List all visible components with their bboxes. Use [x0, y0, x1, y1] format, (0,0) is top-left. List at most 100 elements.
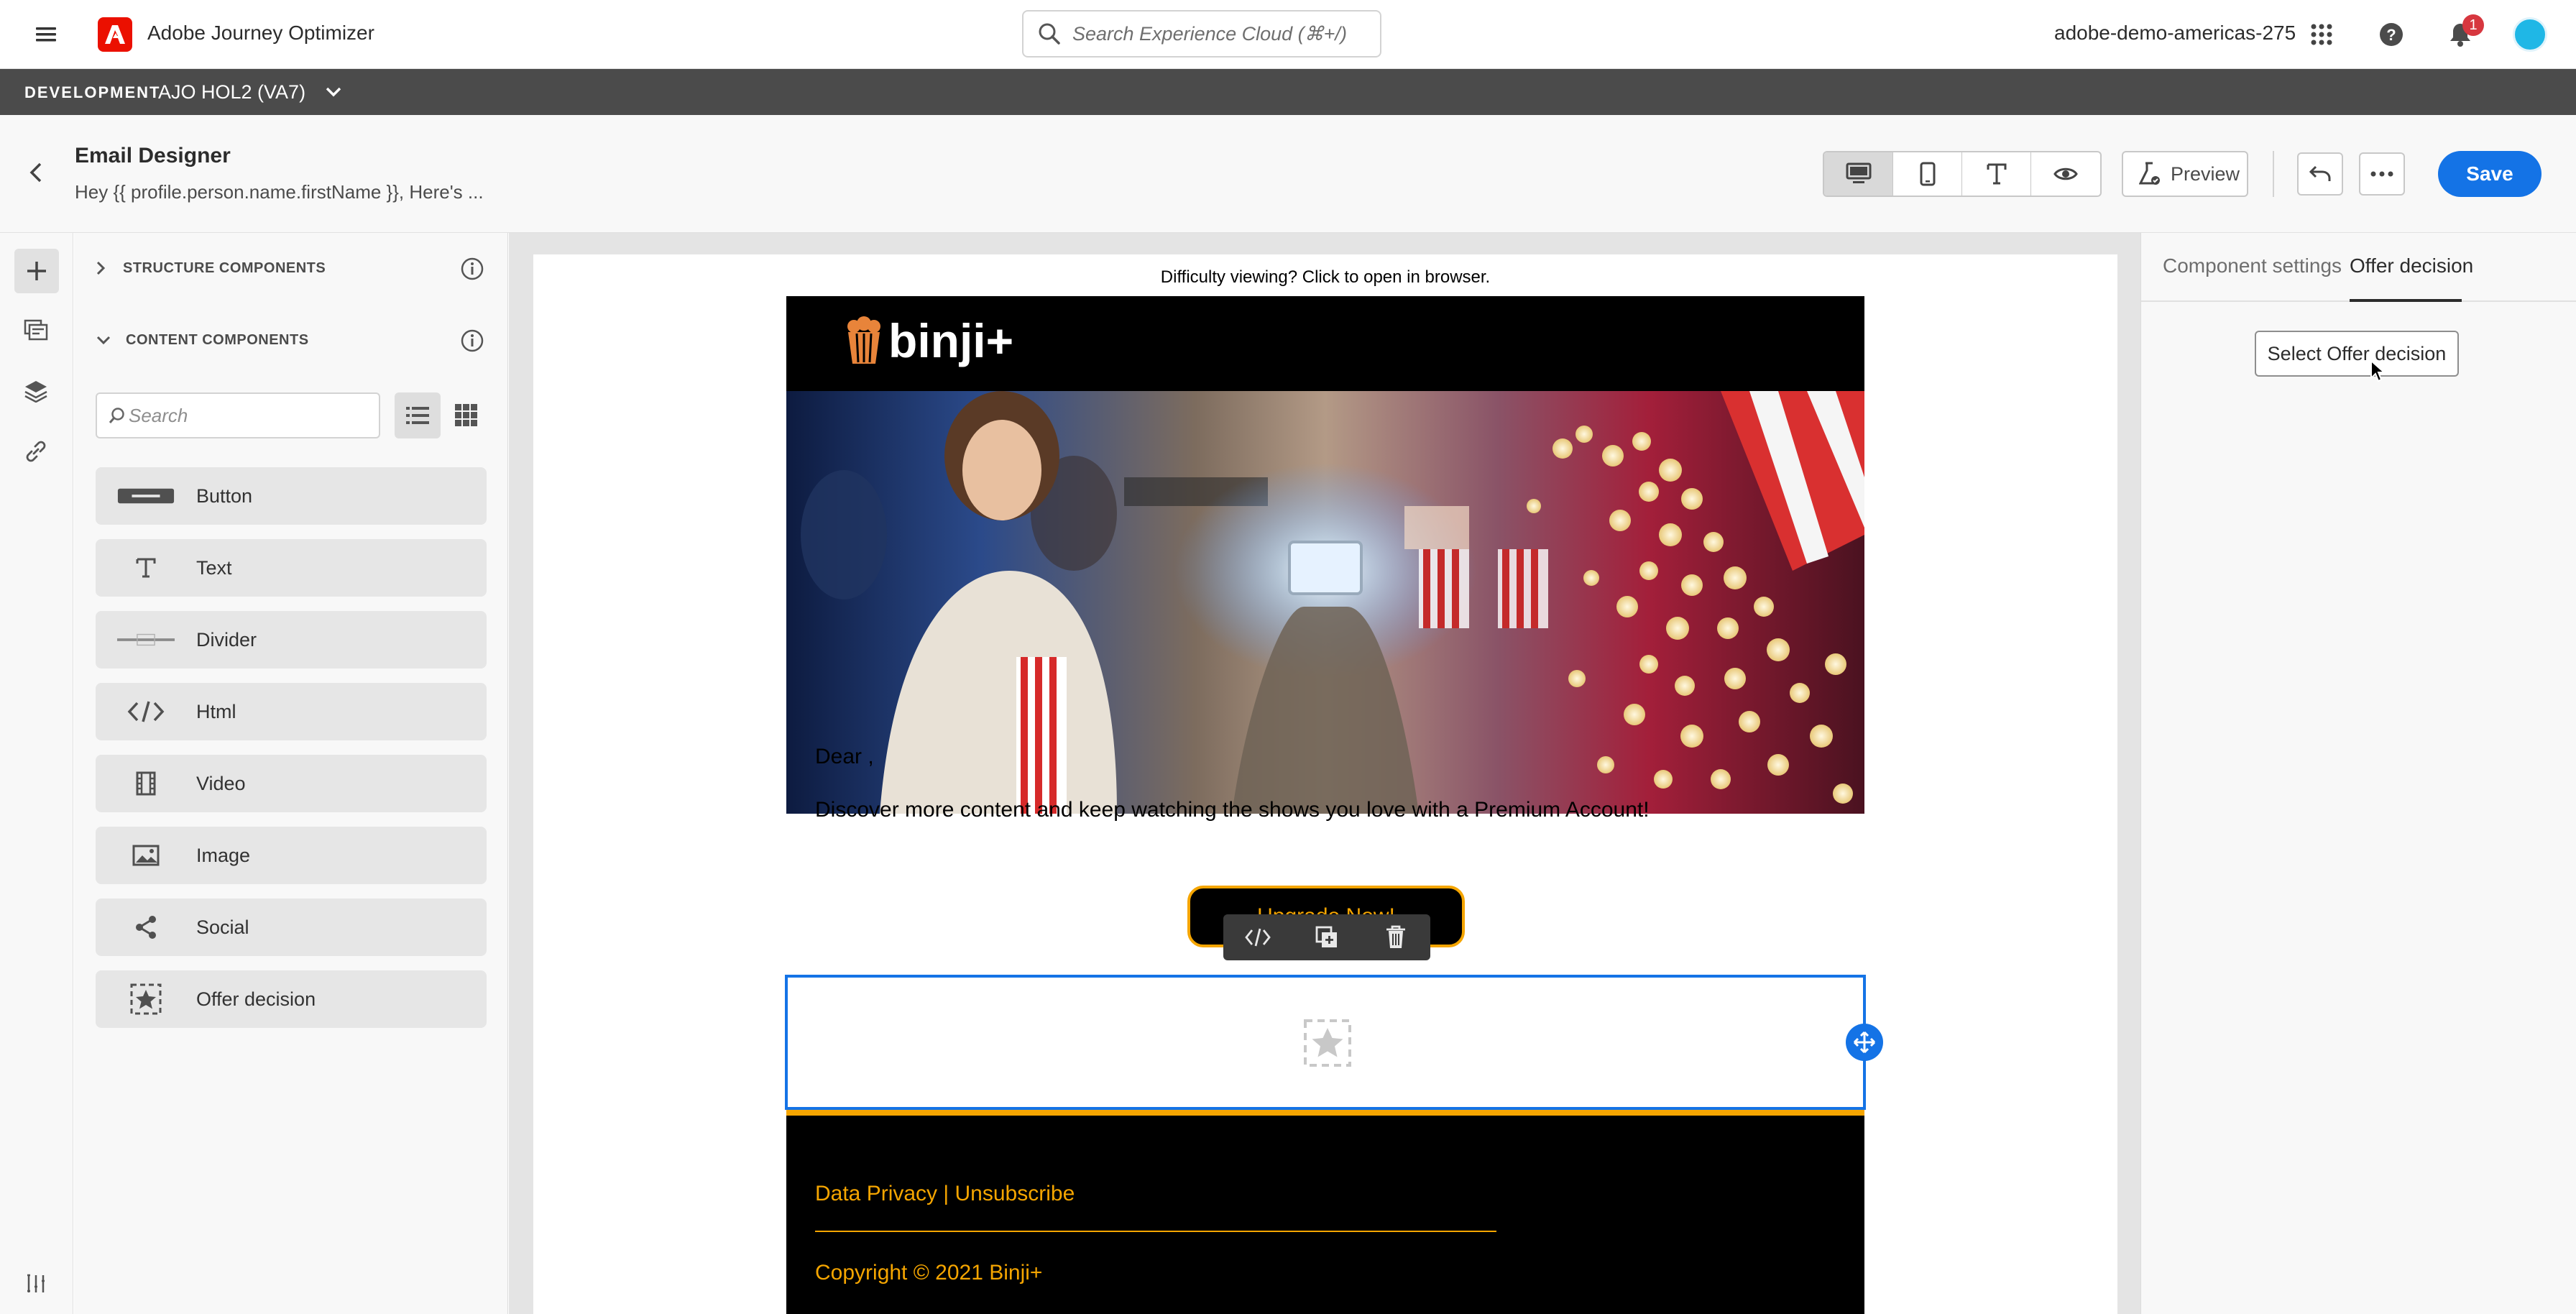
add-components-icon[interactable] — [14, 249, 59, 293]
component-social[interactable]: Social — [96, 899, 487, 956]
adobe-logo-icon[interactable] — [98, 17, 132, 52]
page-title: Email Designer — [75, 144, 231, 167]
search-icon — [109, 408, 124, 423]
sandbox-bar: DEVELOPMENT AJO HOL2 (VA7) — [0, 69, 2576, 115]
more-options-button[interactable] — [2359, 152, 2405, 196]
desktop-icon — [1846, 162, 1871, 183]
content-components-label: CONTENT COMPONENTS — [126, 331, 309, 348]
tab-offer-decision[interactable]: Offer decision — [2350, 254, 2473, 277]
email-footer[interactable]: Data Privacy | Unsubscribe Copyright © 2… — [786, 1116, 1864, 1314]
structure-components-header[interactable]: STRUCTURE COMPONENTS — [96, 250, 487, 286]
view-mode-toggle — [1823, 151, 2102, 197]
flask-check-icon — [2139, 162, 2160, 185]
image-icon — [117, 841, 175, 870]
component-toolbar — [1223, 914, 1430, 960]
editor-header: Email Designer Hey {{ profile.person.nam… — [0, 115, 2576, 233]
sandbox-name: AJO HOL2 (VA7) — [158, 81, 306, 103]
component-video[interactable]: Video — [96, 755, 487, 812]
select-offer-decision-button[interactable]: Select Offer decision — [2255, 331, 2459, 377]
toolbar-divider — [2273, 151, 2274, 197]
user-avatar[interactable] — [2513, 17, 2547, 52]
browser-view-link[interactable]: Difficulty viewing? Click to open in bro… — [533, 267, 2117, 288]
mouse-cursor-icon — [2370, 359, 2386, 382]
preview-button[interactable]: Preview — [2122, 151, 2248, 197]
offer-decision-block[interactable] — [785, 975, 1866, 1110]
environment-label: DEVELOPMENT — [24, 83, 161, 101]
desktop-view-button[interactable] — [1824, 152, 1893, 196]
mobile-icon — [1920, 162, 1935, 186]
hamburger-menu-icon[interactable] — [24, 13, 68, 56]
help-icon[interactable]: ? — [2370, 13, 2413, 56]
content-info-icon[interactable] — [461, 329, 484, 352]
html-icon — [117, 697, 175, 726]
component-label: Image — [196, 845, 251, 866]
component-label: Offer decision — [196, 988, 316, 1010]
back-arrow-icon[interactable] — [14, 151, 58, 194]
share-icon — [117, 913, 175, 942]
component-search-placeholder: Search — [129, 404, 188, 426]
save-button[interactable]: Save — [2438, 151, 2542, 197]
email-canvas: Difficulty viewing? Click to open in bro… — [509, 233, 2140, 1314]
delete-trash-icon[interactable] — [1374, 916, 1417, 959]
panel-settings-icon[interactable] — [14, 1262, 58, 1305]
edit-code-icon[interactable] — [1236, 916, 1279, 959]
app-name[interactable]: Adobe Journey Optimizer — [147, 22, 374, 45]
component-label: Social — [196, 916, 249, 938]
brand-logo-text: binji+ — [888, 314, 1014, 367]
hero-image[interactable] — [786, 391, 1864, 814]
component-search-input[interactable]: Search — [96, 392, 380, 438]
component-html[interactable]: Html — [96, 683, 487, 740]
email-greeting[interactable]: Dear , — [815, 745, 874, 769]
active-tab-indicator — [2350, 299, 2462, 302]
components-panel: STRUCTURE COMPONENTS CONTENT COMPONENTS … — [74, 233, 508, 1314]
left-tool-rail — [0, 233, 73, 1314]
duplicate-icon[interactable] — [1305, 916, 1348, 959]
notification-count-badge: 1 — [2462, 14, 2484, 36]
component-label: Video — [196, 773, 246, 794]
preview-label: Preview — [2171, 162, 2240, 185]
preview-view-button[interactable] — [2031, 152, 2100, 196]
component-divider[interactable]: Divider — [96, 611, 487, 669]
search-input[interactable]: Search Experience Cloud (⌘+/) — [1022, 10, 1381, 58]
links-icon[interactable] — [14, 430, 58, 473]
sandbox-switcher[interactable]: AJO HOL2 (VA7) — [158, 79, 341, 105]
apps-grid-icon[interactable] — [2300, 13, 2343, 56]
email-body-text[interactable]: Discover more content and keep watching … — [815, 798, 1650, 822]
component-offer-decision[interactable]: Offer decision — [96, 970, 487, 1028]
component-image[interactable]: Image — [96, 827, 487, 884]
structure-info-icon[interactable] — [461, 257, 484, 280]
structure-components-label: STRUCTURE COMPONENTS — [123, 259, 326, 276]
footer-divider — [815, 1231, 1496, 1232]
undo-icon — [2309, 165, 2331, 181]
email-body: Difficulty viewing? Click to open in bro… — [533, 254, 2117, 1314]
org-switcher[interactable]: adobe-demo-americas-275 — [2054, 22, 2296, 45]
popcorn-bucket-logo-icon — [847, 316, 880, 364]
fragments-icon[interactable] — [14, 309, 58, 352]
footer-copyright: Copyright © 2021 Binji+ — [815, 1261, 1043, 1285]
list-view-icon[interactable] — [395, 392, 441, 438]
content-components-header[interactable]: CONTENT COMPONENTS — [96, 322, 487, 358]
component-text[interactable]: Text — [96, 539, 487, 597]
text-mode-icon — [1987, 163, 2006, 185]
ellipsis-icon — [2370, 171, 2393, 177]
mobile-view-button[interactable] — [1893, 152, 1962, 196]
footer-accent-bar — [786, 1110, 1864, 1116]
button-icon — [117, 482, 175, 510]
chevron-down-icon — [326, 87, 341, 97]
text-view-button[interactable] — [1962, 152, 2031, 196]
eye-icon — [2053, 167, 2078, 180]
search-icon — [1039, 23, 1060, 45]
tab-component-settings[interactable]: Component settings — [2163, 254, 2342, 277]
move-handle-icon[interactable] — [1846, 1024, 1883, 1061]
footer-links[interactable]: Data Privacy | Unsubscribe — [815, 1182, 1075, 1206]
video-icon — [117, 769, 175, 798]
undo-button[interactable] — [2297, 152, 2343, 196]
component-button[interactable]: Button — [96, 467, 487, 525]
email-logo-banner[interactable]: binji+ — [786, 296, 1864, 391]
grid-view-icon[interactable] — [443, 392, 489, 438]
component-label: Button — [196, 485, 253, 507]
email-subject[interactable]: Hey {{ profile.person.name.firstName }},… — [75, 181, 484, 203]
top-bar: Adobe Journey Optimizer Search Experienc… — [0, 0, 2576, 69]
layers-icon[interactable] — [14, 369, 58, 413]
offer-decision-placeholder-icon — [1304, 1019, 1351, 1067]
